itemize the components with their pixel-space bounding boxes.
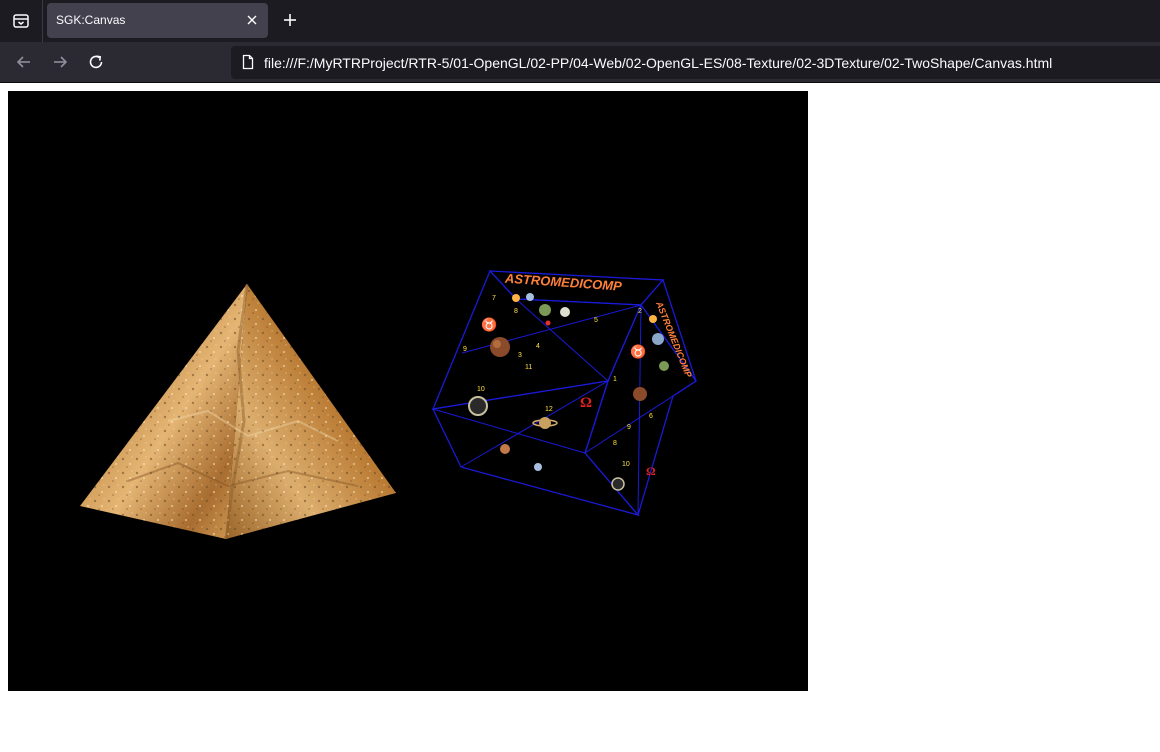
- plus-icon: [284, 14, 296, 26]
- svg-text:3: 3: [518, 352, 522, 359]
- reload-button[interactable]: [83, 49, 109, 75]
- back-arrow-icon: [16, 56, 30, 68]
- planet-side-mars: [633, 387, 647, 401]
- svg-text:7: 7: [492, 295, 496, 302]
- new-tab-button[interactable]: [277, 6, 303, 34]
- svg-text:♉: ♉: [630, 344, 646, 359]
- planet-red-dot: [545, 320, 551, 326]
- planet-mars: [490, 337, 510, 357]
- svg-text:10: 10: [622, 461, 630, 468]
- reload-icon: [89, 55, 103, 69]
- svg-text:6: 6: [649, 413, 653, 420]
- tab-list-button[interactable]: [4, 4, 38, 38]
- svg-text:10: 10: [477, 386, 485, 393]
- back-button[interactable]: [11, 49, 37, 75]
- forward-button[interactable]: [47, 49, 73, 75]
- svg-text:8: 8: [514, 308, 518, 315]
- svg-text:Ω: Ω: [580, 395, 592, 411]
- planet-bottom-2: [534, 463, 542, 471]
- svg-text:4: 4: [536, 343, 540, 350]
- svg-text:2: 2: [638, 308, 642, 315]
- navigation-toolbar: file:///F:/MyRTRProject/RTR-5/01-OpenGL/…: [0, 42, 1160, 82]
- planet-side-sun: [649, 315, 657, 323]
- webgl-canvas[interactable]: ASTROMEDICOMP ASTROMEDICOMP ♉ ♉ Ω Ω 7 8 …: [8, 91, 808, 691]
- tab-divider: [42, 0, 43, 42]
- svg-text:Ω: Ω: [646, 464, 656, 478]
- svg-text:11: 11: [525, 364, 532, 371]
- svg-text:♉: ♉: [481, 317, 497, 332]
- planet-bottom: [500, 444, 510, 454]
- tab-close-button[interactable]: [244, 12, 260, 28]
- svg-text:9: 9: [463, 346, 467, 353]
- tab-active[interactable]: SGK:Canvas: [47, 3, 268, 38]
- svg-text:9: 9: [627, 424, 631, 431]
- url-bar[interactable]: file:///F:/MyRTRProject/RTR-5/01-OpenGL/…: [231, 46, 1160, 79]
- planet-side-green: [659, 361, 669, 371]
- cube: ASTROMEDICOMP ASTROMEDICOMP ♉ ♉ Ω Ω 7 8 …: [431, 269, 697, 517]
- tab-list-icon: [13, 14, 29, 28]
- toolbar-border: [0, 82, 1160, 83]
- planet-highlight: [493, 340, 501, 348]
- planet-side-blue: [652, 333, 664, 345]
- page-icon: [242, 54, 254, 70]
- pyramid: [80, 283, 396, 540]
- planet-crescent: [468, 396, 488, 416]
- planet-sun: [512, 294, 520, 302]
- svg-text:12: 12: [545, 406, 553, 413]
- scene-svg: ASTROMEDICOMP ASTROMEDICOMP ♉ ♉ Ω Ω 7 8 …: [80, 269, 697, 540]
- planet-earth: [539, 304, 551, 316]
- tab-title: SGK:Canvas: [56, 13, 126, 27]
- svg-text:1: 1: [613, 376, 617, 383]
- close-icon: [247, 15, 257, 25]
- forward-arrow-icon: [54, 56, 68, 68]
- planet-side-crescent: [611, 477, 625, 491]
- planet-saturn: [539, 417, 551, 429]
- svg-text:8: 8: [613, 440, 617, 447]
- planet-moon: [560, 307, 570, 317]
- tab-bar: SGK:Canvas: [0, 0, 1160, 42]
- url-text: file:///F:/MyRTRProject/RTR-5/01-OpenGL/…: [264, 55, 1053, 71]
- planet-neptune: [526, 293, 534, 301]
- svg-text:5: 5: [594, 317, 598, 324]
